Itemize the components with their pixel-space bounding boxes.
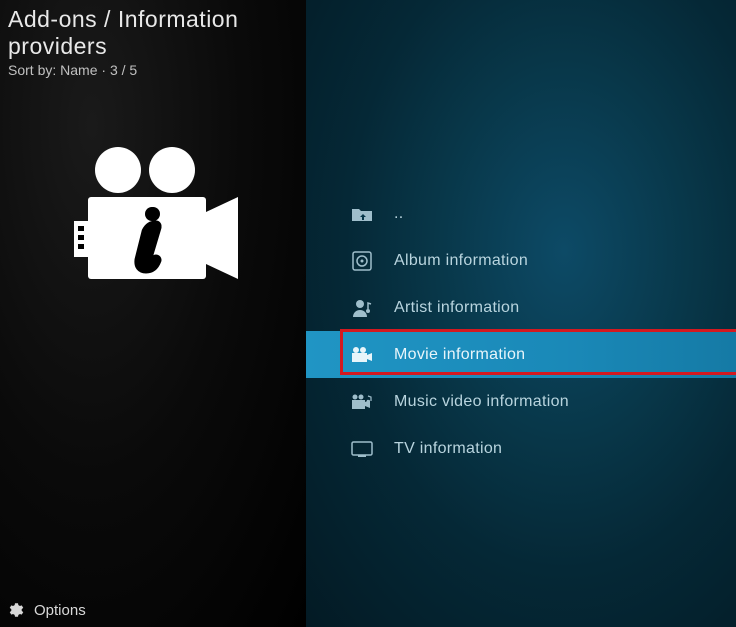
music-video-icon <box>350 392 374 412</box>
list-item-label: Movie information <box>394 346 525 364</box>
list-item-album[interactable]: Album information <box>306 237 736 284</box>
folder-up-icon <box>350 204 374 224</box>
addon-list: .. Album information Artist information … <box>306 190 736 472</box>
artist-icon <box>350 298 374 318</box>
options-label: Options <box>34 602 86 619</box>
list-item-parent[interactable]: .. <box>306 190 736 237</box>
sort-line[interactable]: Sort by: Name · 3 / 5 <box>8 62 296 78</box>
footer-options[interactable]: Options <box>6 601 86 619</box>
app-root: Add-ons / Information providers Sort by:… <box>0 0 736 627</box>
list-item-music-video[interactable]: Music video information <box>306 378 736 425</box>
list-item-label: .. <box>394 205 404 223</box>
right-panel: .. Album information Artist information … <box>306 0 736 627</box>
movie-icon <box>350 345 374 365</box>
list-item-tv[interactable]: TV information <box>306 425 736 472</box>
sort-label: Sort by: Name <box>8 62 97 78</box>
category-artwork <box>60 142 306 312</box>
list-item-movie[interactable]: Movie information <box>306 331 736 378</box>
list-position: 3 / 5 <box>110 62 137 78</box>
list-item-artist[interactable]: Artist information <box>306 284 736 331</box>
header: Add-ons / Information providers Sort by:… <box>0 0 306 82</box>
gear-icon <box>6 601 24 619</box>
list-item-label: TV information <box>394 440 502 458</box>
album-icon <box>350 251 374 271</box>
left-panel: Add-ons / Information providers Sort by:… <box>0 0 306 627</box>
list-item-label: Music video information <box>394 393 569 411</box>
breadcrumb: Add-ons / Information providers <box>8 6 296 60</box>
list-item-label: Artist information <box>394 299 519 317</box>
list-item-label: Album information <box>394 252 528 270</box>
tv-icon <box>350 439 374 459</box>
